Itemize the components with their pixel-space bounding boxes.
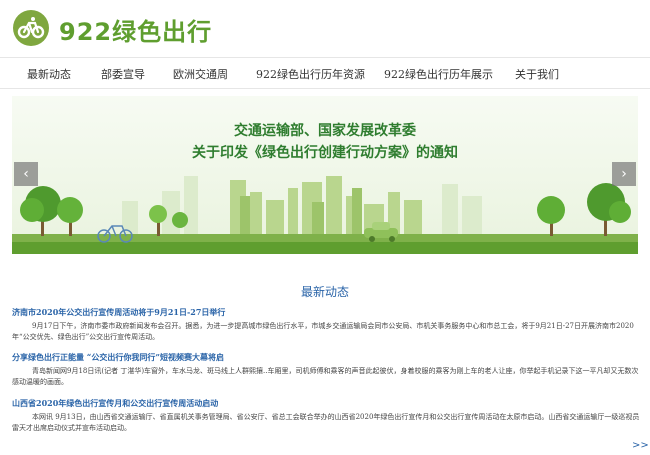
article-body-1: 9月17日下午，济南市委市政府新闻发布会召开。据悉，为进一步提高城市绿色出行水平… xyxy=(12,322,634,341)
nav-item-latest[interactable]: 最新动态 xyxy=(27,66,71,82)
logo-icon[interactable] xyxy=(13,10,49,46)
hero-banner[interactable]: 交通运输部、国家发展改革委 关于印发《绿色出行创建行动方案》的通知 ‹ › xyxy=(12,96,638,254)
article-title-2[interactable]: 分享绿色出行正能量 “公交出行你我同行”短视频赛大幕将启 xyxy=(12,352,224,363)
article-title-3[interactable]: 山西省2020年绿色出行宣传月和公交出行宣传周活动启动 xyxy=(12,398,218,409)
chevron-right-icon: › xyxy=(621,166,627,182)
nav-item-ministry[interactable]: 部委宣导 xyxy=(101,66,145,82)
bicycle-icon xyxy=(17,17,45,39)
article-body-2: 青岛新闻网9月18日讯(记者 丁湛华)车窗外，车水马龙、斑马线上人群熙攘..车厢… xyxy=(12,367,639,386)
main-nav: 最新动态 部委宣导 欧洲交通周 922绿色出行历年资源 922绿色出行历年展示 … xyxy=(0,57,650,89)
more-news-link[interactable]: >> xyxy=(632,440,649,451)
nav-item-europe-week[interactable]: 欧洲交通周 xyxy=(173,66,228,82)
banner-headline-line2: 关于印发《绿色出行创建行动方案》的通知 xyxy=(192,145,458,161)
article-body-3: 本网讯 9月13日，由山西省交通运输厅、省直属机关事务管理局、省公安厅、省总工会… xyxy=(12,413,640,432)
article-title-1[interactable]: 济南市2020年公交出行宣传周活动将于9月21日-27日举行 xyxy=(12,307,225,318)
site-header: 922绿色出行 xyxy=(0,0,650,56)
nav-item-showcase[interactable]: 922绿色出行历年展示 xyxy=(384,66,493,82)
nav-item-about[interactable]: 关于我们 xyxy=(515,66,559,82)
chevron-left-icon: ‹ xyxy=(23,166,29,182)
banner-headline-line1: 交通运输部、国家发展改革委 xyxy=(234,123,416,139)
banner-next-button[interactable]: › xyxy=(612,162,636,186)
section-title-latest: 最新动态 xyxy=(300,285,349,299)
site-title[interactable]: 922绿色出行 xyxy=(59,12,212,47)
banner-prev-button[interactable]: ‹ xyxy=(14,162,38,186)
nav-item-resources[interactable]: 922绿色出行历年资源 xyxy=(256,66,365,82)
